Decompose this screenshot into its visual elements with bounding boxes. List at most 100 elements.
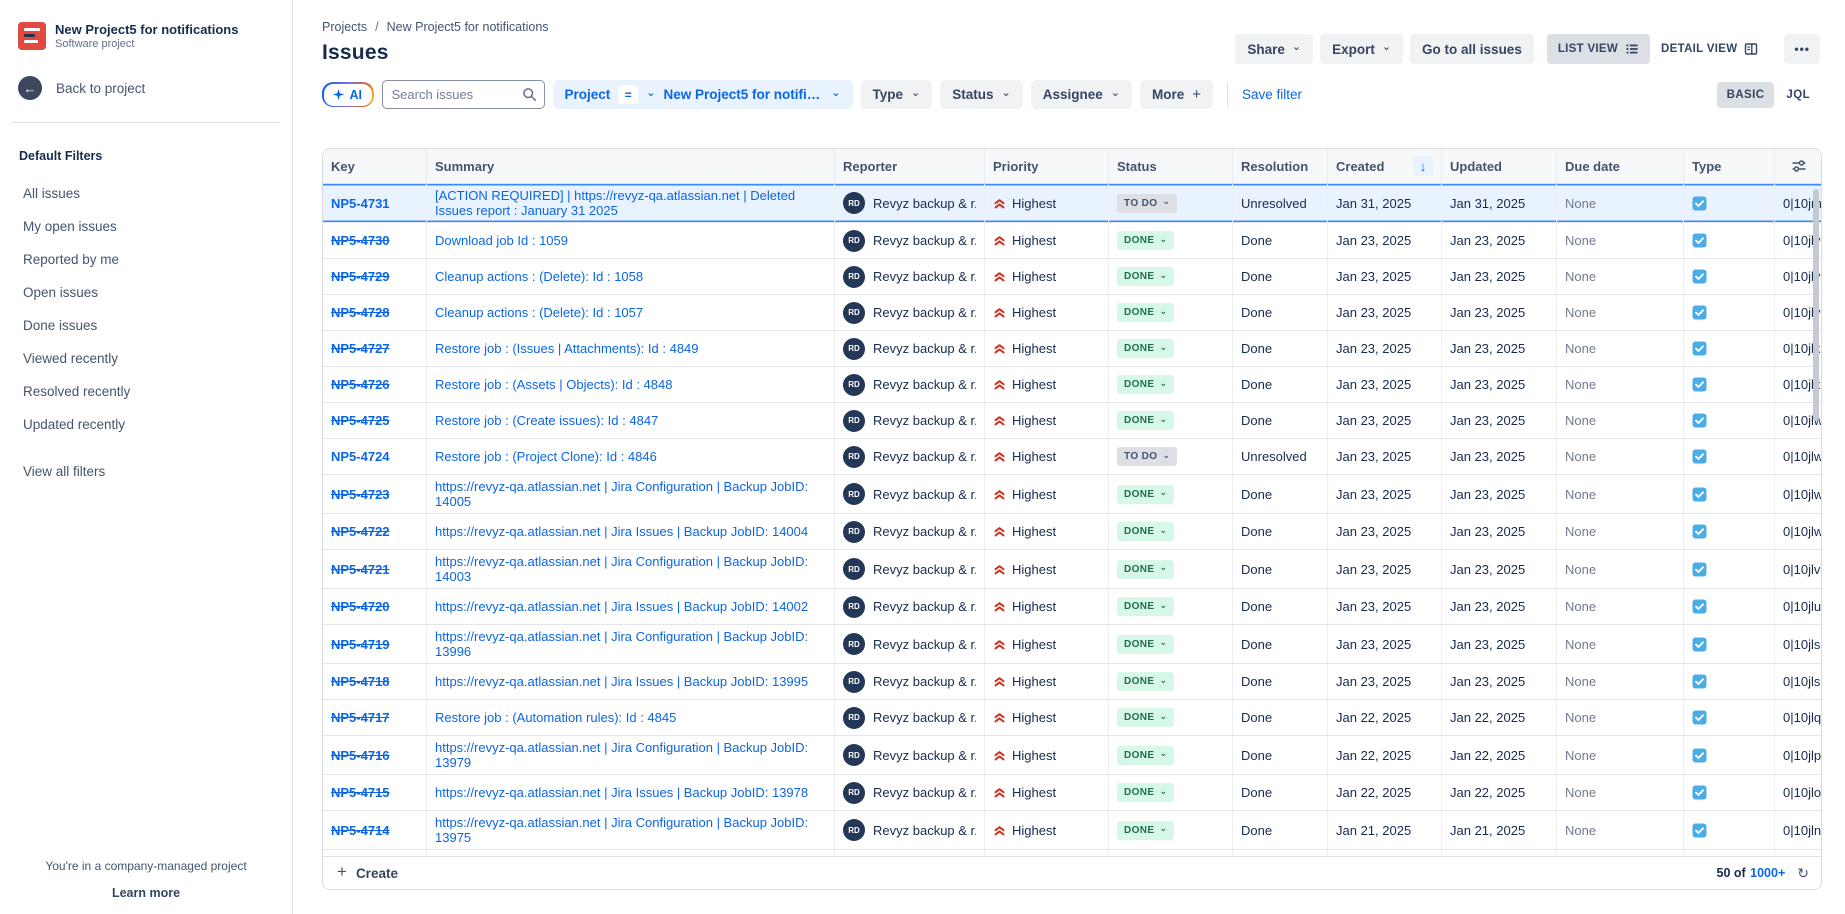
status-dropdown[interactable]: DONE ⌄ xyxy=(1117,560,1174,579)
table-row[interactable]: NP5-4720 https://revyz-qa.atlassian.net … xyxy=(323,589,1821,625)
table-row[interactable]: NP5-4723 https://revyz-qa.atlassian.net … xyxy=(323,475,1821,514)
column-header-updated[interactable]: Updated xyxy=(1442,149,1557,183)
issue-summary-link[interactable]: https://revyz-qa.atlassian.net | Jira Is… xyxy=(435,785,808,800)
table-row[interactable]: NP5-4731 [ACTION REQUIRED] | https://rev… xyxy=(323,184,1821,223)
issue-key-link[interactable]: NP5-4715 xyxy=(331,785,390,800)
ai-button[interactable]: AI xyxy=(322,82,374,107)
issue-key-link[interactable]: NP5-4726 xyxy=(331,377,390,392)
detail-view-button[interactable]: DETAIL VIEW xyxy=(1650,34,1769,64)
list-view-button[interactable]: LIST VIEW xyxy=(1547,34,1650,64)
sidebar-item-resolved-recently[interactable]: Resolved recently xyxy=(0,375,292,408)
issue-summary-link[interactable]: Cleanup actions : (Delete): Id : 1058 xyxy=(435,269,643,284)
issue-summary-link[interactable]: [ACTION REQUIRED] | https://revyz-qa.atl… xyxy=(435,188,826,218)
column-header-created[interactable]: Created ↓ xyxy=(1328,149,1442,183)
type-filter-chip[interactable]: Type ⌄ xyxy=(861,80,933,109)
table-row[interactable]: NP5-4724 Restore job : (Project Clone): … xyxy=(323,439,1821,475)
issue-key-link[interactable]: NP5-4727 xyxy=(331,341,390,356)
issue-key-link[interactable]: NP5-4721 xyxy=(331,562,390,577)
issue-key-link[interactable]: NP5-4723 xyxy=(331,487,390,502)
status-filter-chip[interactable]: Status ⌄ xyxy=(940,80,1022,109)
table-row[interactable]: NP5-4719 https://revyz-qa.atlassian.net … xyxy=(323,625,1821,664)
issue-key-link[interactable]: NP5-4714 xyxy=(331,823,390,838)
issue-summary-link[interactable]: https://revyz-qa.atlassian.net | Jira Co… xyxy=(435,815,826,845)
status-dropdown[interactable]: DONE ⌄ xyxy=(1117,522,1174,541)
table-row[interactable]: NP5-4728 Cleanup actions : (Delete): Id … xyxy=(323,295,1821,331)
sidebar-item-my-open-issues[interactable]: My open issues xyxy=(0,210,292,243)
more-actions-button[interactable]: ••• xyxy=(1784,34,1820,64)
sidebar-item-reported-by-me[interactable]: Reported by me xyxy=(0,243,292,276)
sidebar-item-viewed-recently[interactable]: Viewed recently xyxy=(0,342,292,375)
status-dropdown[interactable]: TO DO ⌄ xyxy=(1117,194,1177,213)
assignee-filter-chip[interactable]: Assignee ⌄ xyxy=(1031,80,1132,109)
issue-key-link[interactable]: NP5-4720 xyxy=(331,599,390,614)
status-dropdown[interactable]: TO DO ⌄ xyxy=(1117,447,1177,466)
issue-key-link[interactable]: NP5-4724 xyxy=(331,449,390,464)
issue-key-link[interactable]: NP5-4719 xyxy=(331,637,390,652)
table-row[interactable]: NP5-4721 https://revyz-qa.atlassian.net … xyxy=(323,550,1821,589)
issue-key-link[interactable]: NP5-4722 xyxy=(331,524,390,539)
issue-key-link[interactable]: NP5-4725 xyxy=(331,413,390,428)
status-dropdown[interactable]: DONE ⌄ xyxy=(1117,672,1174,691)
sort-descending-icon[interactable]: ↓ xyxy=(1413,156,1433,176)
jql-mode-button[interactable]: JQL xyxy=(1776,82,1820,108)
issue-summary-link[interactable]: Restore job : (Issues | Attachments): Id… xyxy=(435,341,699,356)
issue-key-link[interactable]: NP5-4728 xyxy=(331,305,390,320)
table-row[interactable]: NP5-4726 Restore job : (Assets | Objects… xyxy=(323,367,1821,403)
status-dropdown[interactable]: DONE ⌄ xyxy=(1117,783,1174,802)
issue-summary-link[interactable]: https://revyz-qa.atlassian.net | Jira Is… xyxy=(435,674,808,689)
column-config-button[interactable] xyxy=(1775,149,1822,183)
column-header-due-date[interactable]: Due date xyxy=(1557,149,1684,183)
status-dropdown[interactable]: DONE ⌄ xyxy=(1117,339,1174,358)
table-row[interactable]: NP5-4717 Restore job : (Automation rules… xyxy=(323,700,1821,736)
column-header-status[interactable]: Status xyxy=(1109,149,1233,183)
issue-summary-link[interactable]: https://revyz-qa.atlassian.net | Jira Co… xyxy=(435,629,826,659)
table-row[interactable]: NP5-4718 https://revyz-qa.atlassian.net … xyxy=(323,664,1821,700)
status-dropdown[interactable]: DONE ⌄ xyxy=(1117,267,1174,286)
view-all-filters-link[interactable]: View all filters xyxy=(0,455,292,488)
issue-key-link[interactable]: NP5-4717 xyxy=(331,710,390,725)
column-header-key[interactable]: Key xyxy=(323,149,427,183)
status-dropdown[interactable]: DONE ⌄ xyxy=(1117,597,1174,616)
sidebar-item-open-issues[interactable]: Open issues xyxy=(0,276,292,309)
learn-more-link[interactable]: Learn more xyxy=(0,886,292,900)
issue-summary-link[interactable]: https://revyz-qa.atlassian.net | Jira Co… xyxy=(435,740,826,770)
column-header-resolution[interactable]: Resolution xyxy=(1233,149,1328,183)
project-filter-chip[interactable]: Project = ⌄ New Project5 for notificati.… xyxy=(553,80,853,109)
issue-summary-link[interactable]: Restore job : (Assets | Objects): Id : 4… xyxy=(435,377,672,392)
table-row[interactable]: NP5-4725 Restore job : (Create issues): … xyxy=(323,403,1821,439)
issue-summary-link[interactable]: Restore job : (Create issues): Id : 4847 xyxy=(435,413,658,428)
status-dropdown[interactable]: DONE ⌄ xyxy=(1117,821,1174,840)
table-row[interactable]: NP5-4730 Download job Id : 1059 RD Revyz… xyxy=(323,223,1821,259)
column-header-reporter[interactable]: Reporter xyxy=(835,149,985,183)
search-input[interactable] xyxy=(382,80,545,109)
issue-key-link[interactable]: NP5-4730 xyxy=(331,233,390,248)
vertical-scrollbar-thumb[interactable] xyxy=(1813,189,1819,421)
issue-summary-link[interactable]: Restore job : (Project Clone): Id : 4846 xyxy=(435,449,657,464)
table-row[interactable]: NP5-4722 https://revyz-qa.atlassian.net … xyxy=(323,514,1821,550)
issue-key-link[interactable]: NP5-4731 xyxy=(331,196,390,211)
go-to-all-issues-button[interactable]: Go to all issues xyxy=(1410,34,1534,64)
issue-summary-link[interactable]: https://revyz-qa.atlassian.net | Jira Is… xyxy=(435,599,808,614)
issue-summary-link[interactable]: Cleanup actions : (Delete): Id : 1057 xyxy=(435,305,643,320)
issue-key-link[interactable]: NP5-4718 xyxy=(331,674,390,689)
create-issue-button[interactable]: + Create xyxy=(337,864,398,882)
table-row[interactable]: NP5-4714 https://revyz-qa.atlassian.net … xyxy=(323,811,1821,850)
table-row[interactable]: NP5-4716 https://revyz-qa.atlassian.net … xyxy=(323,736,1821,775)
sidebar-item-all-issues[interactable]: All issues xyxy=(0,177,292,210)
status-dropdown[interactable]: DONE ⌄ xyxy=(1117,635,1174,654)
issue-summary-link[interactable]: https://revyz-qa.atlassian.net | Jira Co… xyxy=(435,479,826,509)
status-dropdown[interactable]: DONE ⌄ xyxy=(1117,708,1174,727)
status-dropdown[interactable]: DONE ⌄ xyxy=(1117,303,1174,322)
status-dropdown[interactable]: DONE ⌄ xyxy=(1117,231,1174,250)
table-row[interactable]: NP5-4727 Restore job : (Issues | Attachm… xyxy=(323,331,1821,367)
column-header-summary[interactable]: Summary xyxy=(427,149,835,183)
issue-key-link[interactable]: NP5-4729 xyxy=(331,269,390,284)
issue-summary-link[interactable]: https://revyz-qa.atlassian.net | Jira Co… xyxy=(435,554,826,584)
issue-summary-link[interactable]: https://revyz-qa.atlassian.net | Jira Is… xyxy=(435,524,808,539)
status-dropdown[interactable]: DONE ⌄ xyxy=(1117,375,1174,394)
issue-key-link[interactable]: NP5-4716 xyxy=(331,748,390,763)
status-dropdown[interactable]: DONE ⌄ xyxy=(1117,746,1174,765)
export-button[interactable]: Export ⌄ xyxy=(1320,34,1403,64)
column-header-type[interactable]: Type xyxy=(1684,149,1775,183)
breadcrumb-projects[interactable]: Projects xyxy=(322,20,367,34)
